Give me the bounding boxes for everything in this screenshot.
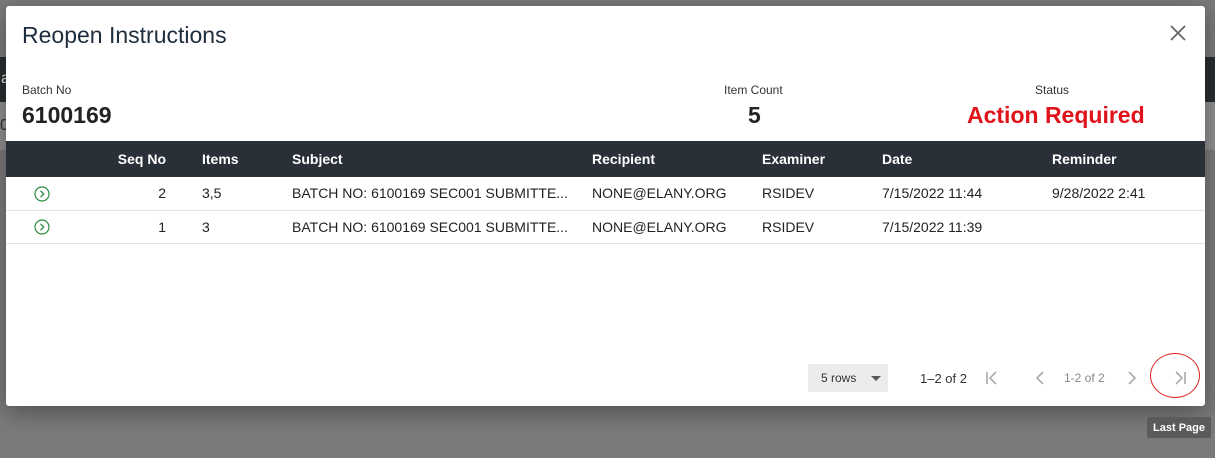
next-page-button[interactable]	[1120, 366, 1144, 390]
next-page-icon	[1128, 371, 1137, 385]
date-cell: 7/15/2022 11:44	[882, 185, 983, 202]
rows-per-page-select[interactable]: 5 rows	[808, 364, 888, 392]
prev-page-icon	[1035, 371, 1044, 385]
items-cell: 3,5	[202, 185, 222, 202]
table-row[interactable]: 2 3,5 BATCH NO: 6100169 SEC001 SUBMITTE.…	[6, 177, 1205, 210]
seq-no-cell: 2	[158, 185, 166, 202]
close-button[interactable]	[1167, 22, 1189, 44]
first-page-button[interactable]	[980, 366, 1004, 390]
pagination-range: 1–2 of 2	[920, 371, 967, 386]
column-header-reminder[interactable]: Reminder	[1048, 141, 1205, 177]
recipient-cell: NONE@ELANY.ORG	[592, 185, 727, 202]
batch-no-value: 6100169	[22, 102, 112, 128]
row-action-cell	[6, 210, 88, 243]
batch-no-label: Batch No	[22, 83, 72, 97]
rows-per-page-value: 5 rows	[821, 371, 857, 385]
close-icon	[1170, 25, 1186, 41]
items-cell: 3	[202, 218, 210, 235]
chevron-circle-right-icon[interactable]	[34, 219, 50, 235]
table-header-row: Seq No Items Subject Recipient Examiner …	[6, 141, 1205, 177]
pagination-bar: 5 rows 1–2 of 2 1-2 of 2	[6, 363, 1205, 393]
examiner-cell: RSIDEV	[762, 218, 815, 235]
column-header-items[interactable]: Items	[198, 141, 288, 177]
instructions-table: Seq No Items Subject Recipient Examiner …	[6, 141, 1205, 244]
seq-no-cell: 1	[158, 218, 166, 235]
row-action-cell	[6, 177, 88, 210]
item-count-value: 5	[748, 102, 761, 128]
status-value: Action Required	[967, 102, 1145, 128]
column-header	[6, 141, 88, 177]
dropdown-caret-icon	[871, 376, 881, 381]
first-page-icon	[986, 371, 997, 385]
examiner-cell: RSIDEV	[762, 185, 815, 202]
prev-page-button[interactable]	[1028, 366, 1052, 390]
reminder-cell: 9/28/2022 2:41	[1052, 185, 1146, 202]
status-label: Status	[1035, 83, 1070, 97]
dialog-title: Reopen Instructions	[22, 22, 227, 48]
column-header-recipient[interactable]: Recipient	[588, 141, 758, 177]
recipient-cell: NONE@ELANY.ORG	[592, 218, 727, 235]
chevron-circle-right-icon[interactable]	[34, 186, 50, 202]
column-header-subject[interactable]: Subject	[288, 141, 588, 177]
column-header-examiner[interactable]: Examiner	[758, 141, 878, 177]
item-count-label: Item Count	[724, 83, 783, 97]
table-row[interactable]: 1 3 BATCH NO: 6100169 SEC001 SUBMITTE...…	[6, 210, 1205, 243]
subject-cell: BATCH NO: 6100169 SEC001 SUBMITTE...	[292, 218, 568, 235]
last-page-highlight-circle	[1150, 353, 1200, 398]
last-page-tooltip: Last Page	[1147, 417, 1211, 438]
column-header-seq-no[interactable]: Seq No	[88, 141, 198, 177]
date-cell: 7/15/2022 11:39	[882, 218, 983, 235]
page-info: 1-2 of 2	[1064, 371, 1105, 385]
reminder-cell	[1048, 210, 1205, 243]
reopen-instructions-dialog: Reopen Instructions Batch No 6100169 Ite…	[6, 6, 1205, 406]
subject-cell: BATCH NO: 6100169 SEC001 SUBMITTE...	[292, 185, 568, 202]
column-header-date[interactable]: Date	[878, 141, 1048, 177]
